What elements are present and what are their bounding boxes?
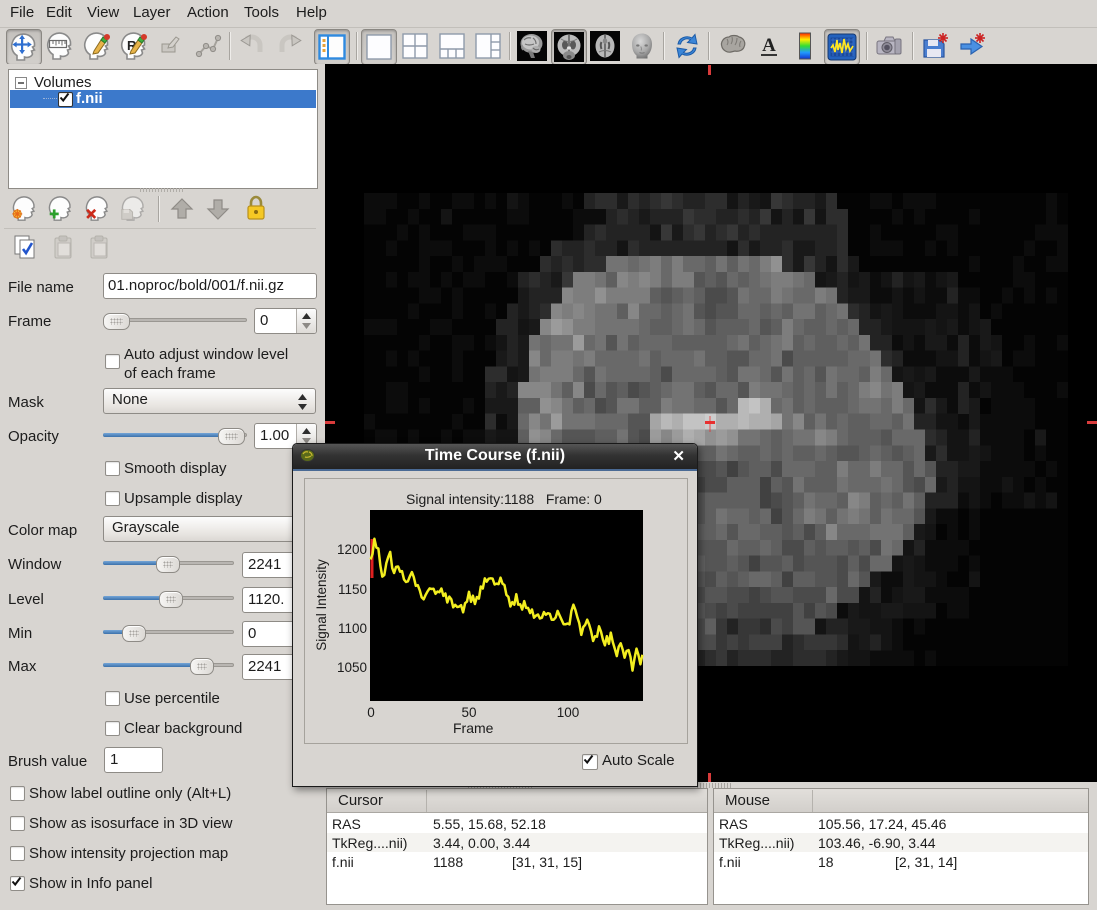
svg-text:A: A: [762, 35, 776, 56]
